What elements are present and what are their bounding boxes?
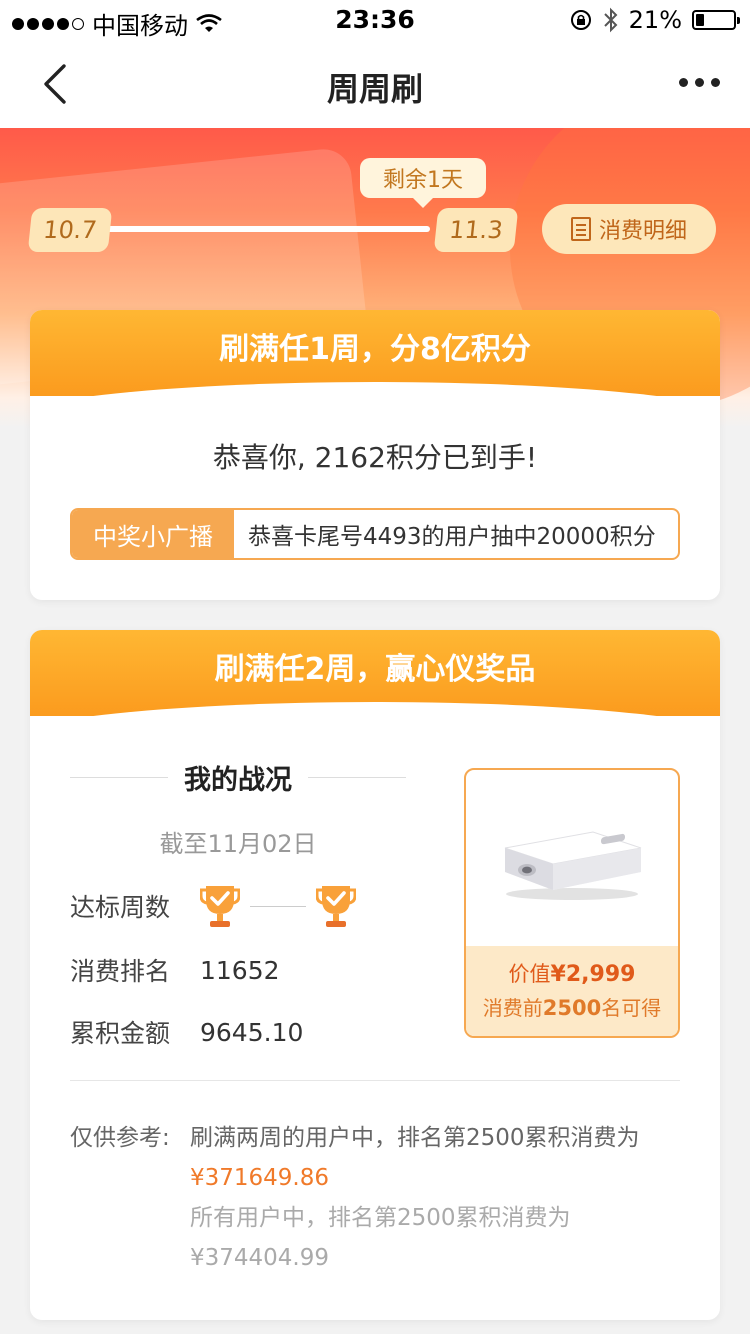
reference-text-2: 所有用户中，排名第2500累积消费为 xyxy=(190,1205,571,1231)
condition-number: 2500 xyxy=(542,996,602,1020)
total-label: 累积金额 xyxy=(70,1019,171,1048)
condition-suffix: 名可得 xyxy=(601,996,662,1020)
card-header: 刷满任1周，分8亿积分 xyxy=(30,310,720,426)
divider-line xyxy=(70,777,168,778)
condition-prefix: 消费前 xyxy=(482,996,543,1020)
price-prefix: 价值 xyxy=(508,962,551,986)
timeline-end-date: 11.3 xyxy=(433,208,519,252)
as-of-date: 截至11月02日 xyxy=(159,830,317,858)
section-title-text: 我的战况 xyxy=(184,765,292,796)
prize-card[interactable]: 价值¥2,999 消费前2500名可得 xyxy=(464,768,680,1038)
total-row: 累积金额 9645.10 xyxy=(70,1014,303,1050)
rank-label: 消费排名 xyxy=(70,957,171,986)
rank-value: 11652 xyxy=(200,955,280,985)
reference-info: 仅供参考: 刷满两周的用户中，排名第2500累积消费为 ¥371649.86 所… xyxy=(70,1118,640,1278)
two-week-task-card: 刷满任2周，赢心仪奖品 我的战况 截至11月02日 达标周数 消费排名 1165… xyxy=(30,630,720,1320)
weeks-label: 达标周数 xyxy=(70,893,171,922)
section-divider xyxy=(70,1080,680,1081)
spending-detail-button[interactable]: 消费明细 xyxy=(542,204,716,254)
status-bar: 中国移动 23:36 21% xyxy=(0,0,750,40)
winner-broadcast: 中奖小广播 恭喜卡尾号4493的用户抽中20000积分 xyxy=(70,508,680,560)
timeline-track xyxy=(90,226,430,232)
end-date-text: 11.3 xyxy=(447,216,505,244)
price-value: ¥2,999 xyxy=(550,962,636,987)
app-root: 中国移动 23:36 21% 周周刷 10.7 11.3 剩余1天 消费明细 刷… xyxy=(0,0,750,1334)
one-week-task-card: 刷满任1周，分8亿积分 恭喜你, 2162积分已到手! 中奖小广播 恭喜卡尾号4… xyxy=(30,310,720,600)
start-date-text: 10.7 xyxy=(41,216,99,244)
rotation-lock-icon xyxy=(570,10,591,30)
weeks-row: 达标周数 xyxy=(70,882,356,930)
trophy-connector xyxy=(250,905,306,907)
more-dot xyxy=(695,78,704,87)
divider-line xyxy=(308,777,406,778)
rank-row: 消费排名 11652 xyxy=(70,952,280,988)
reference-text-1: 刷满两周的用户中，排名第2500累积消费为 xyxy=(190,1125,640,1151)
card-title: 刷满任2周，赢心仪奖品 xyxy=(214,652,536,687)
congrats-message: 恭喜你, 2162积分已到手! xyxy=(212,441,538,474)
section-title: 我的战况 xyxy=(70,758,406,797)
battery-icon xyxy=(692,10,740,30)
broadcast-text: 恭喜卡尾号4493的用户抽中20000积分 xyxy=(248,524,656,550)
total-value: 9645.10 xyxy=(200,1017,304,1047)
trophy-icon xyxy=(200,886,240,927)
battery-percent: 21% xyxy=(628,6,682,34)
reference-row: 仅供参考: 刷满两周的用户中，排名第2500累积消费为 xyxy=(70,1118,640,1158)
projector-image xyxy=(466,770,678,948)
broadcast-label: 中奖小广播 xyxy=(72,510,234,558)
card-title: 刷满任1周，分8亿积分 xyxy=(219,332,531,367)
page-title: 周周刷 xyxy=(326,70,423,108)
reference-label: 仅供参考: xyxy=(70,1125,170,1151)
period-timeline: 10.7 11.3 剩余1天 xyxy=(27,158,530,254)
bluetooth-icon xyxy=(603,7,618,33)
status-right: 21% xyxy=(569,6,740,34)
more-dot xyxy=(679,78,688,87)
more-dot xyxy=(711,78,720,87)
projector-icon xyxy=(504,831,642,900)
prize-condition: 消费前2500名可得 xyxy=(466,992,678,1021)
more-button[interactable] xyxy=(679,78,720,87)
reference-value-1: ¥371649.86 xyxy=(190,1165,330,1191)
prize-info: 价值¥2,999 消费前2500名可得 xyxy=(466,946,678,1036)
card-header: 刷满任2周，赢心仪奖品 xyxy=(30,630,720,746)
spending-detail-label: 消费明细 xyxy=(598,219,687,244)
trophy-icon xyxy=(316,886,356,927)
document-icon xyxy=(570,217,591,241)
timeline-start-date: 10.7 xyxy=(27,208,113,252)
nav-bar: 周周刷 xyxy=(0,40,750,128)
prize-price: 价值¥2,999 xyxy=(466,958,678,988)
reference-value-2: ¥374404.99 xyxy=(190,1245,330,1271)
trophies xyxy=(200,882,356,930)
remaining-days-bubble: 剩余1天 xyxy=(360,158,486,208)
